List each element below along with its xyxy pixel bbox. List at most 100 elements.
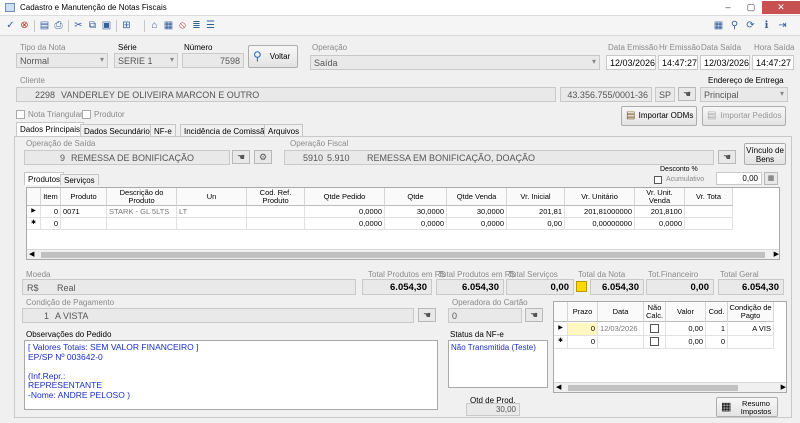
products-cell[interactable] xyxy=(107,218,177,230)
check-icon[interactable]: ✓ xyxy=(4,19,17,32)
products-cell[interactable] xyxy=(247,218,305,230)
parcelas-cell[interactable]: 12/03/2026 xyxy=(598,323,644,336)
menu-icon[interactable]: ☰ xyxy=(204,19,217,32)
products-cell[interactable]: 0,00 xyxy=(507,218,565,230)
refresh-icon[interactable]: ⟳ xyxy=(744,19,757,32)
products-cell[interactable] xyxy=(177,218,247,230)
cut-icon[interactable]: ✂ xyxy=(72,19,85,32)
serie-select[interactable]: SERIE 1 ▾ xyxy=(114,53,178,68)
products-cell[interactable]: 0,0000 xyxy=(447,218,507,230)
maximize-icon[interactable]: ▢ xyxy=(740,1,762,14)
parcelas-header-cell[interactable]: Prazo xyxy=(568,302,598,322)
tipo-select[interactable]: Normal ▾ xyxy=(16,53,108,68)
products-cell[interactable] xyxy=(61,218,107,230)
subtab-produtos[interactable]: Produtos xyxy=(24,172,65,185)
cartao-field[interactable]: 0 xyxy=(448,308,522,323)
importar-pedidos-button[interactable]: ▤ Importar Pedidos xyxy=(702,106,786,126)
products-header-cell[interactable]: Un xyxy=(177,188,247,206)
print-icon[interactable]: ⎙ xyxy=(52,19,65,32)
search-fiscal-icon[interactable]: ☚ xyxy=(718,150,736,164)
parcelas-header-cell[interactable]: Valor xyxy=(666,302,706,322)
products-header-cell[interactable]: Qtde Venda xyxy=(447,188,507,206)
pagamento-field[interactable]: 1 A VISTA xyxy=(22,308,414,323)
hora-saida-field[interactable]: 14:47:27 xyxy=(752,55,794,70)
info-icon[interactable]: ℹ xyxy=(760,19,773,32)
products-header-cell[interactable]: Vr. Tota xyxy=(685,188,733,206)
calc-icon[interactable]: ▦ xyxy=(712,19,725,32)
subtab-servicos[interactable]: Serviços xyxy=(60,174,99,185)
operacao-select[interactable]: Saída ▾ xyxy=(310,55,600,70)
parcelas-cell[interactable]: 0 xyxy=(706,336,728,349)
parcelas-cell[interactable]: 0 xyxy=(568,336,598,349)
products-cell[interactable]: 0,0000 xyxy=(385,218,447,230)
parcelas-grid[interactable]: Prazo Data Não Calc. Valor Cod. Condição de P… xyxy=(553,301,787,393)
moeda-field[interactable]: R$ Real xyxy=(22,279,356,295)
exit-icon[interactable]: ⇥ xyxy=(776,19,789,32)
parcelas-scrollbar[interactable]: ◀ ▶ xyxy=(554,382,786,392)
products-header-cell[interactable]: Vr. Unitário xyxy=(565,188,635,206)
copy-icon[interactable]: ⧉ xyxy=(86,19,99,32)
calc-small-icon[interactable]: ▦ xyxy=(764,172,778,185)
products-cell[interactable]: 0071 xyxy=(61,206,107,218)
products-grid[interactable]: Item Produto Descrição do Produto Un Cod. Re… xyxy=(26,187,780,260)
cancel-icon[interactable]: ⊗ xyxy=(18,19,31,32)
products-cell[interactable]: 30,0000 xyxy=(447,206,507,218)
products-header-cell[interactable]: Item xyxy=(41,188,61,206)
products-cell[interactable]: 201,8100 xyxy=(635,206,685,218)
data-emissao-field[interactable]: 12/03/2026 xyxy=(606,55,656,70)
search-operacao-icon[interactable]: ☚ xyxy=(232,150,250,164)
parcelas-cell[interactable]: 0 xyxy=(568,323,598,336)
parcelas-cell[interactable] xyxy=(728,336,774,349)
nota-triangular-checkbox[interactable] xyxy=(16,110,25,119)
operacao-fiscal-field[interactable]: 5910 5.910 REMESSA EM BONIFICAÇÃO, DOAÇÃ… xyxy=(284,150,714,165)
settings-icon[interactable]: ⚙ xyxy=(254,150,272,164)
parcelas-header-cell[interactable]: Cod. xyxy=(706,302,728,322)
cliente-field[interactable]: 2298 VANDERLEY DE OLIVEIRA MARCON E OUTR… xyxy=(16,87,556,102)
hr-emissao-field[interactable]: 14:47:27 xyxy=(658,55,698,70)
parcelas-header-cell[interactable]: Não Calc. xyxy=(644,302,666,322)
vinculo-bens-button[interactable]: Vínculo de Bens xyxy=(744,143,786,165)
close-icon[interactable]: ✕ xyxy=(762,1,800,14)
nao-calc-cell[interactable] xyxy=(644,323,666,336)
products-cell[interactable]: 0 xyxy=(41,206,61,218)
products-header-cell[interactable]: Produto xyxy=(61,188,107,206)
products-cell[interactable] xyxy=(685,218,733,230)
search-icon[interactable]: ⚲ xyxy=(728,19,741,32)
image-icon[interactable]: ▦ xyxy=(162,19,175,32)
save-icon[interactable]: ▤ xyxy=(38,19,51,32)
products-header-cell[interactable]: Vr. Inicial xyxy=(507,188,565,206)
products-cell[interactable]: 201,81 xyxy=(507,206,565,218)
parcelas-cell[interactable]: 1 xyxy=(706,323,728,336)
parcelas-header-cell[interactable]: Data xyxy=(598,302,644,322)
products-cell[interactable]: 0,0000 xyxy=(305,218,385,230)
products-header-cell[interactable]: Vr. Unit. Venda xyxy=(635,188,685,206)
paste-icon[interactable]: ▣ xyxy=(100,19,113,32)
obs-textarea[interactable]: [ Valores Totais: SEM VALOR FINANCEIRO ]… xyxy=(24,340,438,410)
resumo-impostos-button[interactable]: ▦ Resumo Impostos xyxy=(716,397,778,417)
products-header-cell[interactable]: Descrição do Produto xyxy=(107,188,177,206)
products-header-cell[interactable]: Qtde xyxy=(385,188,447,206)
desconto-field[interactable]: 0,00 xyxy=(716,172,762,185)
products-cell[interactable]: 0,0000 xyxy=(635,218,685,230)
minimize-icon[interactable]: – xyxy=(717,1,739,14)
products-cell[interactable]: 0,0000 xyxy=(305,206,385,218)
products-cell[interactable]: 201,81000000 xyxy=(565,206,635,218)
products-cell[interactable]: 0,00000000 xyxy=(565,218,635,230)
parcelas-header-cell[interactable]: Condição de Pagto xyxy=(728,302,774,322)
tab-dados-principais[interactable]: Dados Principais xyxy=(16,122,85,137)
parcelas-cell[interactable]: 0,00 xyxy=(666,323,706,336)
numero-field[interactable]: 7598 xyxy=(182,53,244,68)
nao-calc-cell[interactable] xyxy=(644,336,666,349)
products-cell[interactable] xyxy=(685,206,733,218)
preview-icon[interactable]: ⊞ xyxy=(120,19,133,32)
acumulativo-checkbox[interactable] xyxy=(654,176,662,184)
list-icon[interactable]: ≣ xyxy=(190,19,203,32)
search-pagamento-icon[interactable]: ☚ xyxy=(418,308,436,322)
stop-icon[interactable]: ⦸ xyxy=(176,19,189,32)
products-cell[interactable]: LT xyxy=(177,206,247,218)
parcelas-cell[interactable]: A VIS xyxy=(728,323,774,336)
search-cartao-icon[interactable]: ☚ xyxy=(525,308,543,322)
products-header-cell[interactable]: Cod. Ref. Produto xyxy=(247,188,305,206)
folder-icon[interactable]: ⌂ xyxy=(148,19,161,32)
search-cliente-icon[interactable]: ☚ xyxy=(678,87,696,101)
